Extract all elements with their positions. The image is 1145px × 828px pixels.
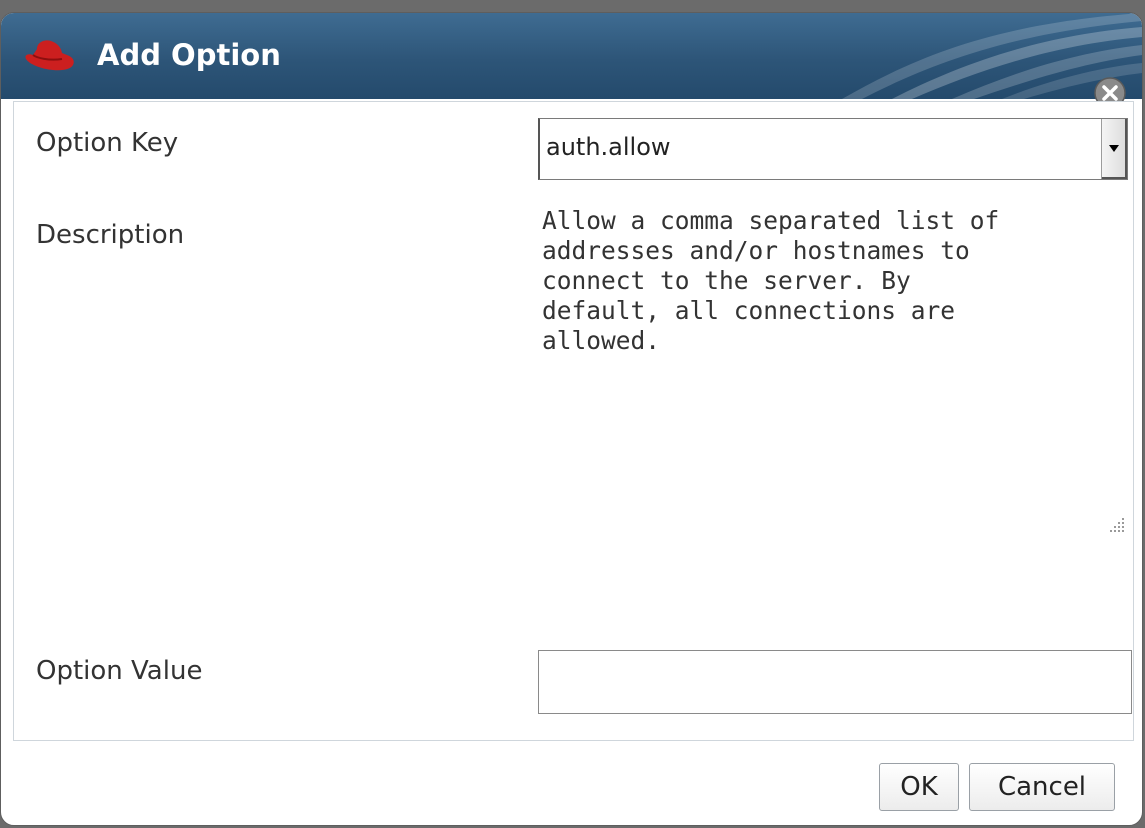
form-panel: Option Key auth.allow Description Allow … <box>13 101 1134 741</box>
add-option-dialog: Add Option Option Key auth.allow Descrip… <box>0 12 1143 826</box>
red-hat-icon <box>25 40 74 71</box>
dropdown-arrow-icon[interactable] <box>1101 119 1127 179</box>
titlebar-decoration <box>842 13 1142 99</box>
option-key-select[interactable]: auth.allow <box>538 118 1128 180</box>
option-key-selected-value: auth.allow <box>546 133 671 161</box>
ok-button[interactable]: OK <box>879 763 959 811</box>
cancel-button[interactable]: Cancel <box>969 763 1115 811</box>
option-key-label: Option Key <box>36 128 179 158</box>
option-value-label: Option Value <box>36 656 203 686</box>
chevron-down-icon <box>1109 145 1119 152</box>
resize-grip-icon[interactable] <box>1106 516 1126 536</box>
option-value-input[interactable] <box>538 650 1132 714</box>
dialog-title: Add Option <box>97 38 281 72</box>
description-label: Description <box>36 220 185 250</box>
dialog-titlebar[interactable]: Add Option <box>1 13 1142 99</box>
description-text: Allow a comma separated list of addresse… <box>542 206 1000 355</box>
